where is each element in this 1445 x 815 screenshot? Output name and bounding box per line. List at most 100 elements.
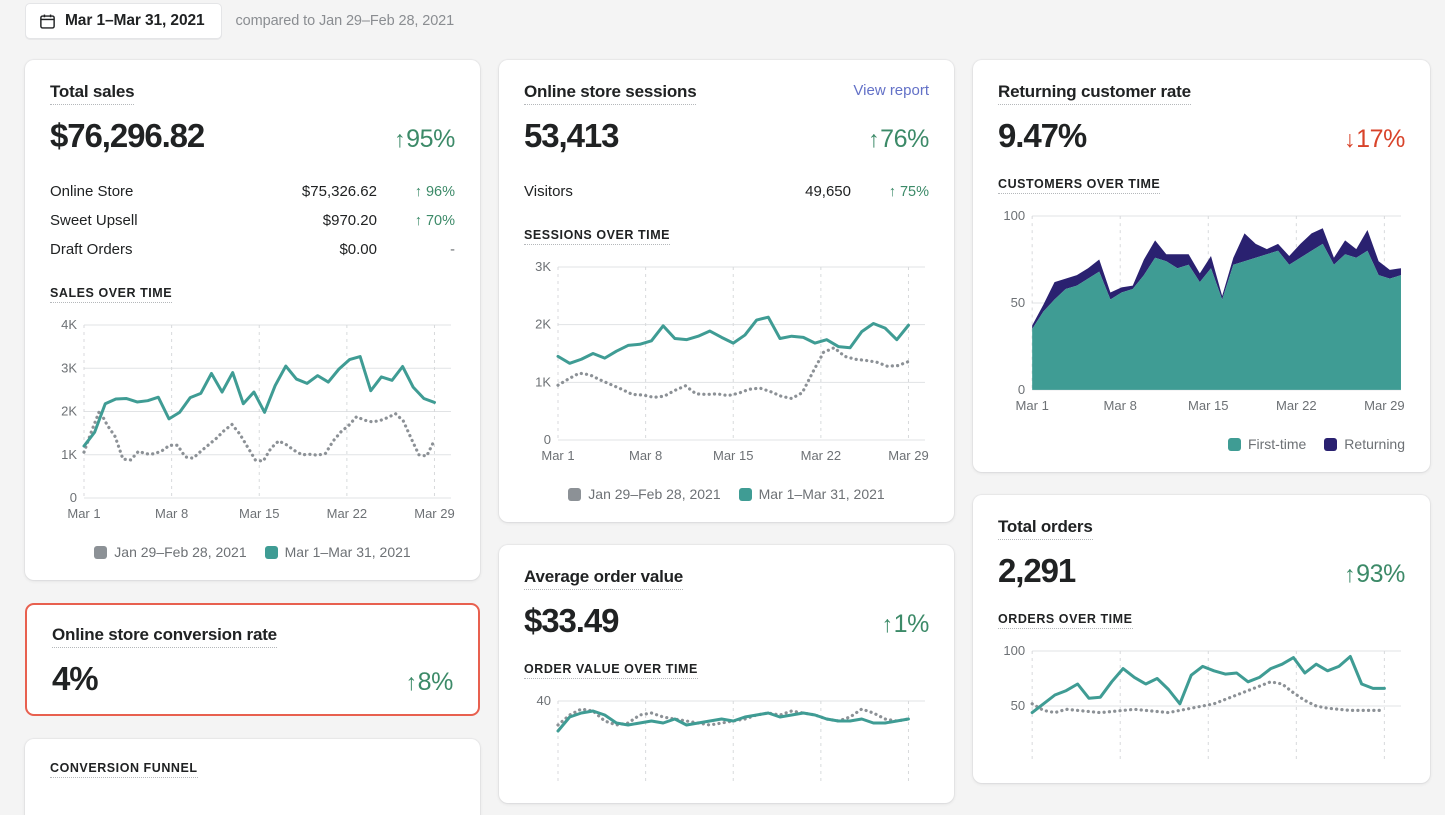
card-header: Returning customer rate — [998, 82, 1405, 105]
svg-text:2K: 2K — [61, 404, 77, 419]
svg-text:40: 40 — [537, 693, 551, 708]
metric-row: 2,291 ↑93% — [998, 552, 1405, 590]
svg-text:Mar 1: Mar 1 — [541, 448, 574, 463]
svg-text:Mar 29: Mar 29 — [414, 506, 454, 521]
average-order-value-delta: ↑1% — [881, 610, 930, 639]
card-title-total-sales: Total sales — [50, 82, 135, 105]
date-range-picker[interactable]: Mar 1–Mar 31, 2021 — [25, 3, 222, 39]
card-title-returning-customer-rate: Returning customer rate — [998, 82, 1191, 105]
total-orders-delta: ↑93% — [1344, 560, 1405, 589]
sessions-value: 53,413 — [524, 117, 619, 154]
chart-sessions-over-time: 0 1K 2K 3K Mar 1 Mar 8 Mar 15 Mar 22 Mar 29 — [524, 259, 929, 474]
arrow-up-icon: ↑ — [881, 611, 894, 637]
conversion-rate-delta: ↑8% — [405, 668, 454, 697]
breakdown-row: Visitors 49,650 ↑ 75% — [524, 177, 929, 206]
average-order-value-delta-value: 1% — [893, 610, 930, 638]
card-header: Online store conversion rate — [52, 625, 453, 648]
legend-customers-over-time: First-time Returning — [998, 436, 1405, 452]
breakdown-change: ↑ 70% — [414, 213, 455, 229]
breakdown-label: Draft Orders — [50, 241, 133, 258]
analytics-dashboard: Mar 1–Mar 31, 2021 compared to Jan 29–Fe… — [0, 0, 1445, 815]
card-header: Online store sessions View report — [524, 82, 929, 105]
metric-row: $33.49 ↑1% — [524, 602, 929, 640]
card-returning-customer-rate: Returning customer rate 9.47% ↓17% CUSTO… — [973, 60, 1430, 473]
sessions-delta: ↑76% — [868, 125, 929, 154]
card-header: Total sales — [50, 82, 455, 105]
breakdown-row: Online Store $75,326.62 ↑ 96% — [50, 177, 455, 206]
arrow-up-icon: ↑ — [405, 669, 418, 695]
card-total-sales: Total sales $76,296.82 ↑95% Online Store… — [25, 60, 480, 580]
svg-text:Mar 22: Mar 22 — [801, 448, 841, 463]
legend-sales-over-time: Jan 29–Feb 28, 2021 Mar 1–Mar 31, 2021 — [50, 544, 455, 560]
card-header: Average order value — [524, 567, 929, 590]
breakdown-label: Sweet Upsell — [50, 212, 138, 229]
view-report-link[interactable]: View report — [853, 82, 929, 99]
card-header: Total orders — [998, 517, 1405, 541]
sessions-delta-value: 76% — [880, 125, 929, 153]
svg-text:Mar 8: Mar 8 — [629, 448, 662, 463]
svg-text:4K: 4K — [61, 317, 77, 332]
svg-text:50: 50 — [1011, 295, 1026, 310]
chart-customers-over-time: 0 50 100 Mar 1 Mar 8 Mar 15 Mar 22 Mar 29 — [998, 208, 1405, 424]
svg-text:Mar 8: Mar 8 — [1104, 398, 1137, 413]
calendar-icon — [39, 13, 56, 30]
breakdown-amount: 49,650 — [805, 183, 851, 200]
legend-item-current: Mar 1–Mar 31, 2021 — [738, 486, 885, 502]
chart-label-sales-over-time: SALES OVER TIME — [50, 286, 173, 303]
chart-label-orders-over-time: ORDERS OVER TIME — [998, 612, 1133, 630]
svg-text:Mar 1: Mar 1 — [67, 506, 100, 521]
chart-orders-over-time: 50 100 — [998, 643, 1405, 763]
breakdown-amount: $75,326.62 — [301, 183, 377, 200]
legend-item-previous: Jan 29–Feb 28, 2021 — [94, 544, 247, 560]
arrow-up-icon: ↑ — [394, 126, 406, 152]
card-title-total-orders: Total orders — [998, 517, 1093, 541]
total-sales-delta: ↑95% — [394, 125, 455, 154]
legend-item-first-time: First-time — [1227, 436, 1307, 453]
arrow-up-icon: ↑ — [868, 126, 880, 152]
svg-text:Mar 22: Mar 22 — [1276, 398, 1317, 413]
legend-item-returning: Returning — [1324, 436, 1405, 452]
svg-text:100: 100 — [1003, 208, 1025, 223]
chart-label-customers-over-time: CUSTOMERS OVER TIME — [998, 177, 1161, 194]
returning-customer-rate-delta-value: 17% — [1356, 125, 1405, 153]
svg-text:Mar 1: Mar 1 — [1015, 398, 1048, 413]
card-average-order-value: Average order value $33.49 ↑1% ORDER VAL… — [499, 545, 954, 803]
svg-text:Mar 15: Mar 15 — [239, 506, 279, 521]
column-center: Online store sessions View report 53,413… — [499, 60, 954, 815]
average-order-value-value: $33.49 — [524, 602, 619, 639]
svg-text:Mar 8: Mar 8 — [155, 506, 188, 521]
total-sales-value: $76,296.82 — [50, 117, 205, 154]
breakdown-amount: $0.00 — [339, 241, 377, 258]
svg-text:Mar 15: Mar 15 — [713, 448, 753, 463]
total-sales-breakdown: Online Store $75,326.62 ↑ 96% Sweet Upse… — [50, 177, 455, 264]
legend-swatch-teal — [264, 545, 278, 559]
breakdown-change: - — [450, 242, 455, 258]
card-online-store-conversion-rate[interactable]: Online store conversion rate 4% ↑8% — [25, 603, 480, 716]
arrow-down-icon: ↓ — [1344, 126, 1356, 152]
conversion-rate-delta-value: 8% — [417, 668, 454, 696]
svg-text:3K: 3K — [61, 360, 77, 375]
breakdown-change: ↑ 96% — [414, 184, 455, 200]
svg-text:50: 50 — [1011, 698, 1026, 713]
legend-label: Mar 1–Mar 31, 2021 — [284, 544, 411, 560]
legend-label: Mar 1–Mar 31, 2021 — [758, 486, 885, 502]
chart-label-conversion-funnel: CONVERSION FUNNEL — [50, 761, 198, 778]
svg-text:2K: 2K — [535, 317, 551, 332]
breakdown-change: ↑ 75% — [888, 184, 929, 200]
chart-sales-over-time: 0 1K 2K 3K 4K Mar 1 Mar 8 Mar 15 Mar 22 Mar 29 — [50, 317, 455, 532]
card-title-average-order-value: Average order value — [524, 567, 683, 590]
conversion-rate-value: 4% — [52, 660, 99, 697]
legend-swatch-navy — [1324, 437, 1338, 451]
svg-text:1K: 1K — [61, 447, 77, 462]
arrow-up-icon: ↑ — [1344, 561, 1356, 588]
chart-order-value-over-time: 40 — [524, 693, 929, 783]
svg-text:Mar 15: Mar 15 — [1188, 398, 1229, 413]
legend-swatch-gray — [568, 487, 582, 501]
svg-text:Mar 29: Mar 29 — [888, 448, 928, 463]
breakdown-label: Visitors — [524, 183, 573, 200]
legend-item-previous: Jan 29–Feb 28, 2021 — [568, 486, 721, 502]
legend-label: First-time — [1247, 436, 1307, 453]
svg-text:0: 0 — [70, 490, 77, 505]
breakdown-row: Draft Orders $0.00 - — [50, 235, 455, 264]
chart-label-sessions-over-time: SESSIONS OVER TIME — [524, 228, 671, 245]
